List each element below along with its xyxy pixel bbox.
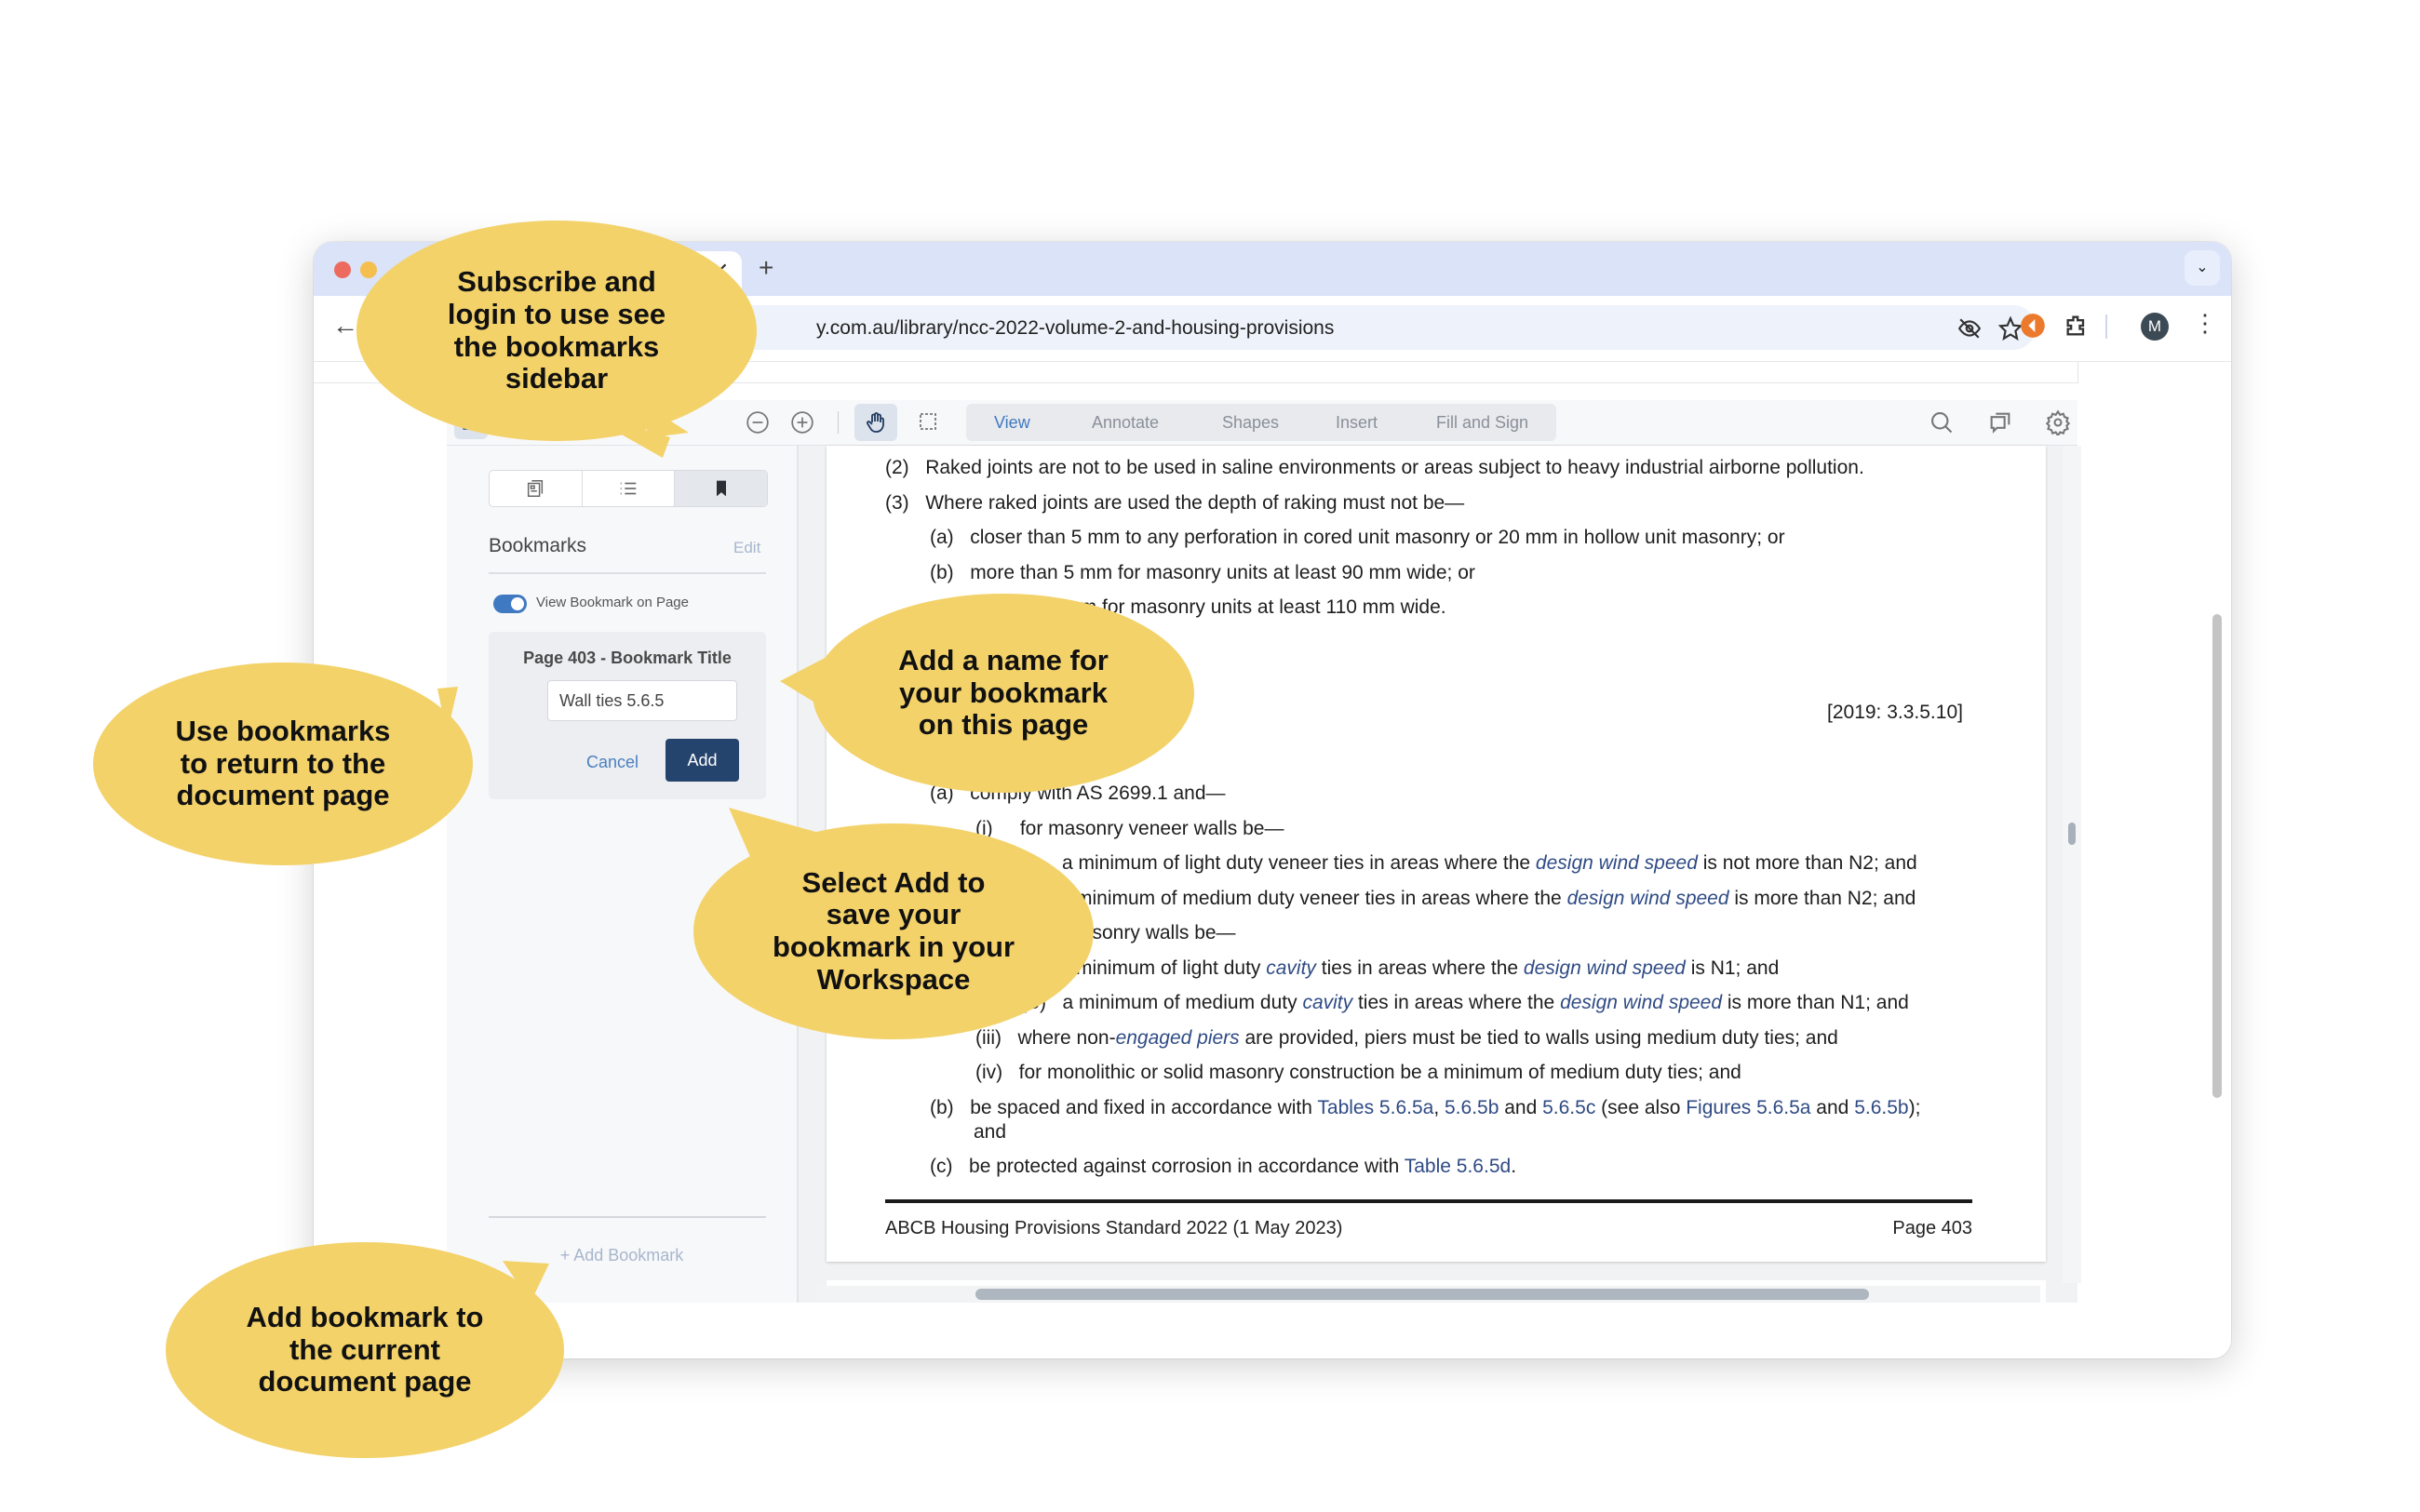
callout-use-bookmarks: Use bookmarks to return to the document pa… xyxy=(93,662,473,865)
callout-add-name: Add a name for your bookmark on this page xyxy=(813,594,1194,793)
callout-subscribe: Subscribe and login to use see the bookmar… xyxy=(356,221,757,441)
callout-select-add: Select Add to save your bookmark in your Wo… xyxy=(693,823,1094,1039)
callout-add-current: Add bookmark to the current document page xyxy=(166,1242,564,1458)
